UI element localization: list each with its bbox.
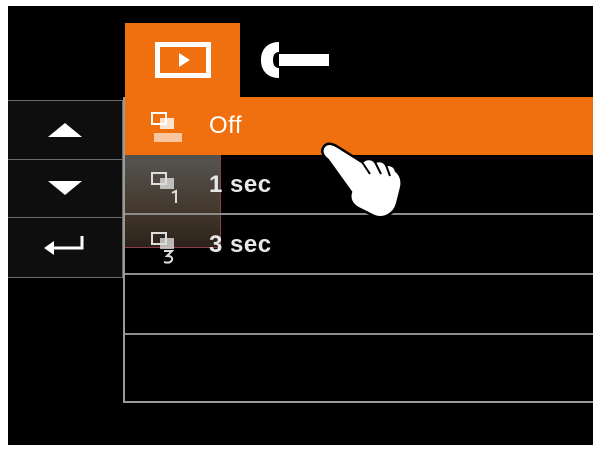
menu-item-label: Off xyxy=(209,112,243,139)
nav-up-button[interactable] xyxy=(8,101,122,160)
wrench-icon xyxy=(261,42,329,78)
slideshow-3s-icon xyxy=(151,232,175,264)
slideshow-1s-icon xyxy=(151,172,177,203)
camera-screen: Off 1 sec 3 sec xyxy=(8,6,593,445)
arrow-down-icon xyxy=(48,181,82,195)
playback-icon xyxy=(154,42,211,78)
nav-enter-button[interactable] xyxy=(8,217,122,275)
slideshow-off-icon xyxy=(151,112,182,142)
menu-item-label: 1 sec xyxy=(209,171,272,198)
tab-playback[interactable] xyxy=(125,23,240,97)
tab-setup[interactable] xyxy=(240,23,350,97)
menu-item-empty xyxy=(125,337,593,395)
nav-panel xyxy=(8,100,123,278)
enter-return-icon xyxy=(44,236,84,255)
arrow-up-icon xyxy=(48,123,82,137)
menu-item-label: 3 sec xyxy=(209,231,272,258)
menu-item-empty xyxy=(125,277,593,335)
pointing-hand-icon xyxy=(320,142,403,219)
nav-down-button[interactable] xyxy=(8,159,122,218)
